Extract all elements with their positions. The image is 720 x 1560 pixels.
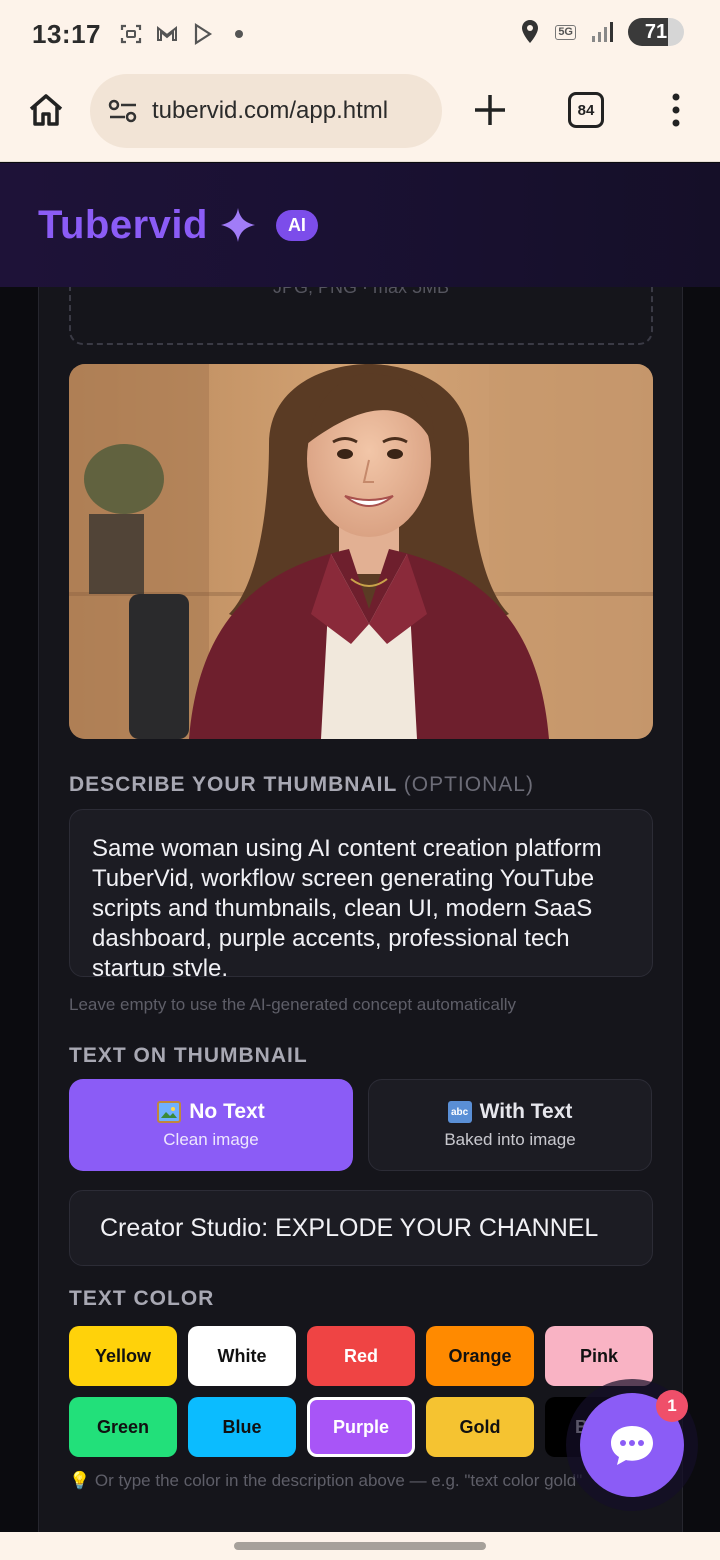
no-text-option[interactable]: No Text Clean image: [69, 1079, 353, 1171]
text-on-thumbnail-label: TEXT ON THUMBNAIL: [69, 1044, 308, 1067]
no-text-title-row: No Text: [157, 1100, 265, 1124]
signal-icon: [592, 22, 613, 42]
battery-level: 71: [644, 20, 668, 43]
no-text-subtitle: Clean image: [163, 1130, 259, 1149]
describe-label: DESCRIBE YOUR THUMBNAIL (OPTIONAL): [69, 773, 534, 797]
notification-icons: [119, 22, 243, 46]
color-swatch-pink[interactable]: Pink: [545, 1326, 653, 1386]
color-swatch-yellow[interactable]: Yellow: [69, 1326, 177, 1386]
sparkle-icon: [220, 208, 255, 242]
more-menu-icon[interactable]: [664, 90, 688, 130]
color-swatch-purple[interactable]: Purple: [307, 1397, 415, 1457]
color-swatch-green[interactable]: Green: [69, 1397, 177, 1457]
optional-tag: (OPTIONAL): [403, 773, 534, 796]
text-color-label: TEXT COLOR: [69, 1287, 215, 1310]
new-tab-icon[interactable]: [470, 90, 510, 130]
status-bar: 13:17 5G 71: [0, 0, 720, 68]
address-bar[interactable]: tubervid.com/app.html: [90, 74, 442, 148]
with-text-title: With Text: [479, 1100, 573, 1123]
color-swatch-blue[interactable]: Blue: [188, 1397, 296, 1457]
chat-bubble-icon: [611, 1426, 653, 1465]
color-swatch-red[interactable]: Red: [307, 1326, 415, 1386]
browser-toolbar: tubervid.com/app.html 84: [0, 68, 720, 162]
upload-hint: JPG, PNG · max 5MB: [272, 287, 450, 297]
url-text: tubervid.com/app.html: [152, 97, 389, 124]
app-header: Tubervid AI: [0, 163, 720, 287]
battery-indicator: 71: [628, 18, 684, 46]
network-type-badge: 5G: [555, 24, 576, 40]
location-icon: [522, 20, 539, 43]
color-swatch-white[interactable]: White: [188, 1326, 296, 1386]
description-helper: Leave empty to use the AI-generated conc…: [69, 995, 516, 1014]
no-text-title: No Text: [189, 1100, 265, 1123]
color-swatch-orange[interactable]: Orange: [426, 1326, 534, 1386]
color-swatch-gold[interactable]: Gold: [426, 1397, 534, 1457]
color-tip: 💡 Or type the color in the description a…: [69, 1471, 583, 1490]
chat-notification-badge: 1: [656, 1390, 688, 1422]
uploaded-photo: [69, 364, 653, 739]
with-text-option[interactable]: abc With Text Baked into image: [368, 1079, 652, 1171]
system-icons: 5G 71: [519, 18, 684, 46]
framed-picture-icon: [157, 1101, 182, 1123]
dot-icon: [235, 30, 243, 38]
describe-label-text: DESCRIBE YOUR THUMBNAIL: [69, 773, 397, 796]
description-value: Same woman using AI content creation pla…: [92, 835, 602, 977]
headline-text-input[interactable]: Creator Studio: EXPLODE YOUR CHANNEL: [69, 1190, 653, 1266]
generator-panel: JPG, PNG · max 5MB DESCRIBE YOUR THUMBNA…: [38, 287, 683, 1532]
brand-logo[interactable]: Tubervid: [38, 203, 208, 248]
gesture-nav-bar: [0, 1532, 720, 1560]
upload-dropzone[interactable]: JPG, PNG · max 5MB: [69, 287, 653, 345]
site-settings-icon[interactable]: [108, 98, 138, 124]
with-text-subtitle: Baked into image: [444, 1130, 576, 1149]
home-gesture-handle[interactable]: [234, 1542, 486, 1550]
gmail-icon: [157, 25, 177, 41]
abc-input-icon: abc: [447, 1101, 472, 1123]
ai-badge: AI: [275, 209, 318, 241]
status-time: 13:17: [32, 18, 101, 49]
play-store-icon: [194, 22, 213, 46]
screenshot-icon: [120, 24, 142, 44]
home-icon[interactable]: [26, 90, 66, 130]
main-content: JPG, PNG · max 5MB DESCRIBE YOUR THUMBNA…: [0, 287, 720, 1532]
tab-switcher-button[interactable]: 84: [568, 92, 604, 128]
description-textarea[interactable]: Same woman using AI content creation pla…: [69, 809, 653, 977]
with-text-title-row: abc With Text: [447, 1100, 573, 1124]
